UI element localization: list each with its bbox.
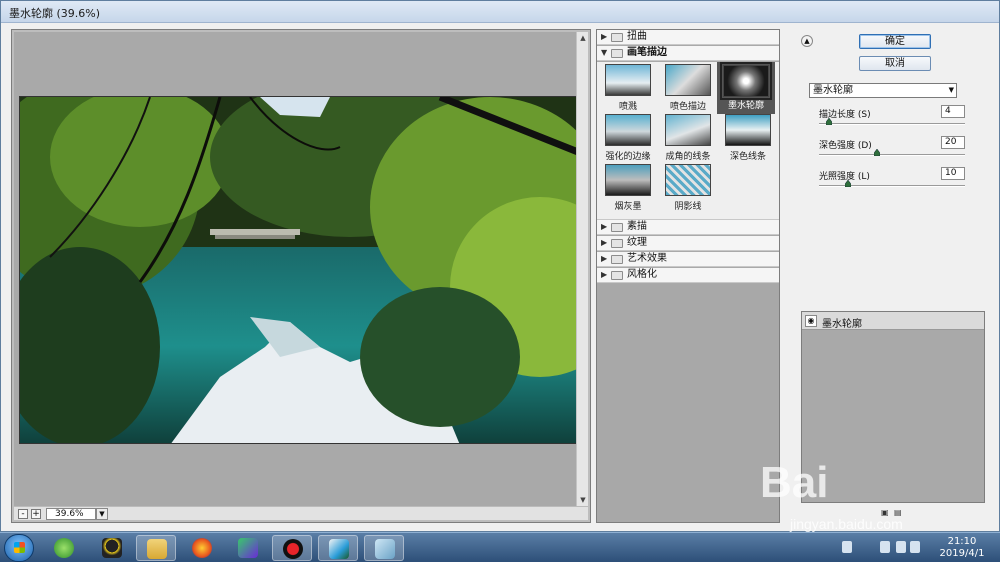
browser-360-icon (54, 538, 74, 558)
expand-arrow-icon: ▶ (601, 32, 608, 41)
volume-icon[interactable] (910, 541, 920, 553)
zoom-in-button[interactable]: + (31, 509, 41, 519)
window-title: 墨水轮廓 (39.6%) (9, 7, 101, 20)
stroke-length-slider-knob[interactable] (826, 118, 833, 125)
filter-thumb-sprayed-strokes[interactable]: 喷色描边 (659, 64, 717, 114)
light-intensity-slider-track[interactable] (819, 185, 965, 187)
light-intensity-slider-knob[interactable] (845, 180, 852, 187)
expand-arrow-icon: ▶ (601, 238, 608, 247)
eye-icon[interactable]: ◉ (805, 315, 817, 327)
taskbar-qq[interactable] (92, 535, 132, 561)
zoom-level-field[interactable]: 39.6% (46, 508, 96, 520)
taskbar-clock[interactable]: 21:10 2019/4/1 (932, 536, 992, 560)
gallery-empty-area (597, 284, 779, 522)
dark-intensity-input[interactable]: 20 (941, 136, 965, 149)
feather-icon (329, 539, 349, 559)
taskbar-screen-recorder[interactable] (272, 535, 312, 561)
preview-area[interactable]: ▲ ▼ - + 39.6% ▼ (11, 29, 591, 523)
folder-icon (611, 33, 623, 42)
taskbar-firefox[interactable] (182, 535, 222, 561)
photoshop-icon (375, 539, 395, 559)
chevron-down-icon: ▼ (948, 86, 954, 94)
zoom-out-button[interactable]: - (18, 509, 28, 519)
expand-arrow-icon: ▶ (601, 270, 608, 279)
new-layer-icon[interactable]: ▣ (881, 508, 889, 517)
stroke-length-slider-track[interactable] (819, 123, 965, 125)
folder-icon (611, 255, 623, 264)
scroll-up-arrow-icon[interactable]: ▲ (579, 34, 587, 42)
taskbar-photoshop[interactable] (364, 535, 404, 561)
category-stylize[interactable]: ▶ 风格化 (597, 268, 779, 283)
filter-thumb-spatter[interactable]: 喷溅 (599, 64, 657, 114)
filter-thumb-sumi-e[interactable]: 烟灰墨 (599, 164, 657, 214)
preview-canvas[interactable] (14, 32, 577, 506)
expand-arrow-icon: ▶ (601, 222, 608, 231)
param-light-intensity: 光照强度 (L) 10 (819, 167, 969, 197)
category-texture[interactable]: ▶ 纹理 (597, 236, 779, 251)
network-icon[interactable] (896, 541, 906, 553)
taskbar-file-explorer[interactable] (136, 535, 176, 561)
filter-select[interactable]: 墨水轮廓 ▼ (809, 83, 957, 98)
category-sketch[interactable]: ▶ 素描 (597, 220, 779, 235)
qq-penguin-icon (102, 538, 122, 558)
title-bar[interactable]: 墨水轮廓 (39.6%) (1, 1, 999, 23)
filter-thumb-angled-strokes[interactable]: 成角的线条 (659, 114, 717, 164)
preview-image[interactable] (19, 96, 577, 444)
taskbar-feather-app[interactable] (318, 535, 358, 561)
effect-layer[interactable]: ◉ 墨水轮廓 (802, 312, 984, 330)
effect-layers-panel: ◉ 墨水轮廓 (801, 311, 985, 503)
scroll-down-arrow-icon[interactable]: ▼ (579, 496, 587, 504)
filter-gallery-window: 墨水轮廓 (39.6%) ▲ ▼ - + 39.6% ▼ ▶ 扭曲 ▼ 画笔描边… (0, 0, 1000, 532)
category-brush-strokes[interactable]: ▼ 画笔描边 (597, 46, 779, 61)
keyboard-icon[interactable] (842, 541, 852, 553)
param-dark-intensity: 深色强度 (D) 20 (819, 136, 969, 166)
stroke-length-input[interactable]: 4 (941, 105, 965, 118)
clock-date: 2019/4/1 (939, 548, 985, 559)
light-intensity-input[interactable]: 10 (941, 167, 965, 180)
expand-arrow-icon: ▶ (601, 254, 608, 263)
folder-icon (611, 271, 623, 280)
record-icon (283, 539, 303, 559)
start-button[interactable] (4, 534, 34, 562)
folder-icon (147, 539, 167, 559)
collapse-gallery-icon[interactable]: ▲ (801, 35, 813, 47)
folder-icon (611, 223, 623, 232)
taskbar-video-player[interactable] (228, 535, 268, 561)
delete-layer-icon[interactable]: ▤ (894, 508, 902, 517)
dark-intensity-slider-track[interactable] (819, 154, 965, 156)
filter-thumb-accented-edges[interactable]: 强化的边缘 (599, 114, 657, 164)
taskbar: 21:10 2019/4/1 (0, 532, 1000, 562)
brush-strokes-thumbnails: 喷溅 喷色描边 墨水轮廓 强化的边缘 成角的线条 深色线条 烟灰墨 阴影线 (597, 62, 779, 220)
system-tray (840, 539, 920, 557)
firefox-icon (192, 538, 212, 558)
battery-icon[interactable] (880, 541, 890, 553)
collapse-arrow-icon: ▼ (601, 48, 608, 57)
category-distort[interactable]: ▶ 扭曲 (597, 30, 779, 45)
cancel-button[interactable]: 取消 (859, 56, 931, 71)
filter-thumb-dark-strokes[interactable]: 深色线条 (719, 114, 777, 164)
param-stroke-length: 描边长度 (S) 4 (819, 105, 969, 135)
zoom-dropdown-icon[interactable]: ▼ (96, 508, 108, 520)
filter-thumb-ink-outlines[interactable]: 墨水轮廓 (717, 62, 775, 114)
taskbar-browser-360[interactable] (44, 535, 84, 561)
dark-intensity-slider-knob[interactable] (874, 149, 881, 156)
zoom-bar: - + 39.6% ▼ (14, 506, 588, 520)
clock-time: 21:10 (947, 536, 977, 547)
ok-button[interactable]: 确定 (859, 34, 931, 49)
effect-layer-name: 墨水轮廓 (822, 319, 862, 330)
video-player-icon (238, 538, 258, 558)
filter-gallery: ▶ 扭曲 ▼ 画笔描边 喷溅 喷色描边 墨水轮廓 强化的边缘 成角的线条 深色线… (596, 29, 780, 523)
windows-logo-icon (14, 542, 25, 553)
preview-vertical-scrollbar[interactable]: ▲ ▼ (576, 32, 588, 506)
folder-open-icon (611, 49, 623, 58)
filter-thumb-crosshatch[interactable]: 阴影线 (659, 164, 717, 214)
folder-icon (611, 239, 623, 248)
category-artistic[interactable]: ▶ 艺术效果 (597, 252, 779, 267)
